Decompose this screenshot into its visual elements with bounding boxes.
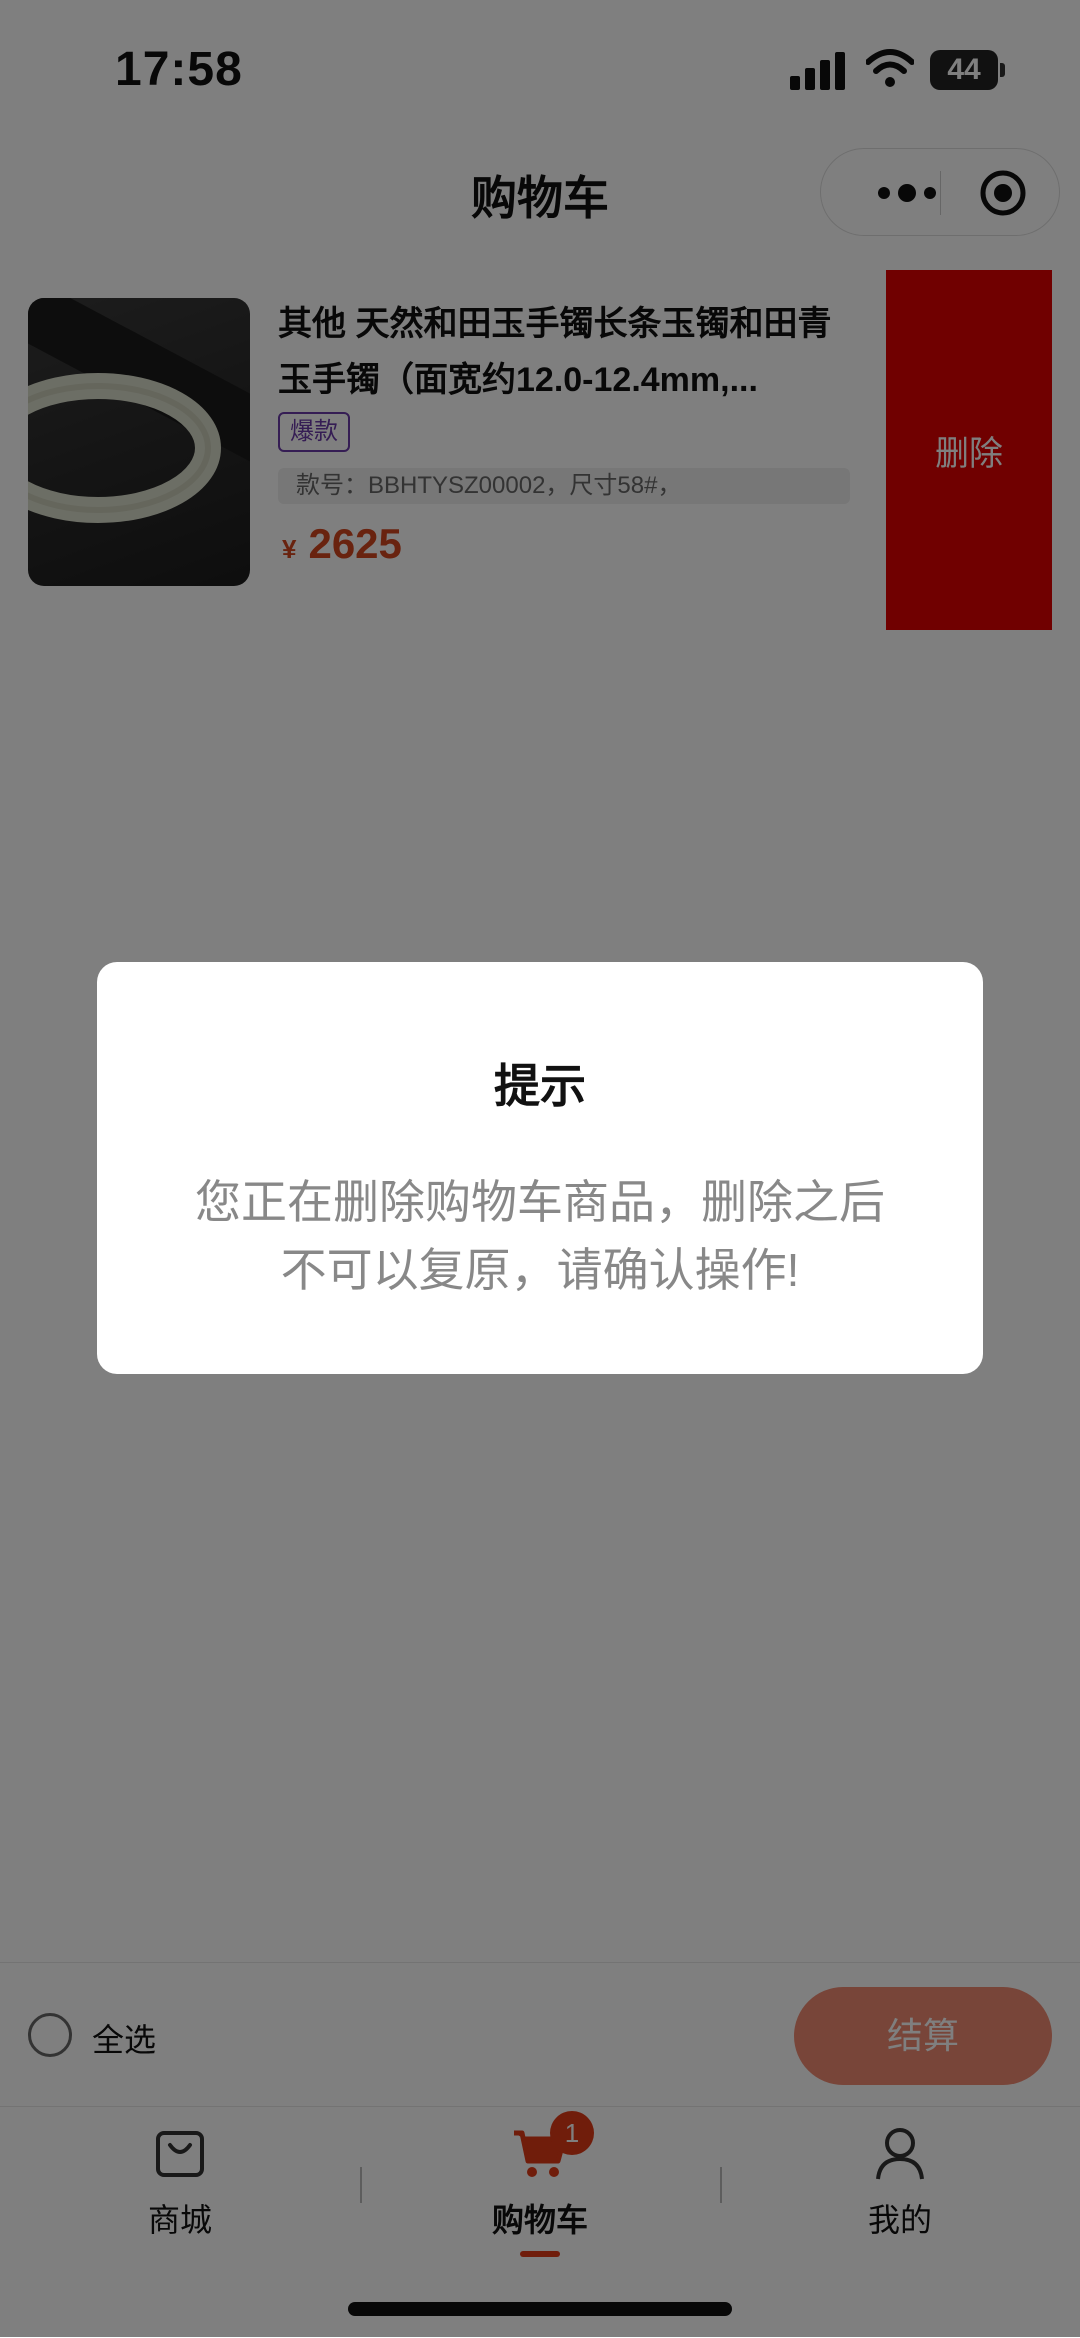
dialog-message-line: 不可以复原，请确认操作! <box>280 1244 800 1296</box>
confirm-dialog: 提示 您正在删除购物车商品，删除之后 不可以复原，请确认操作! <box>97 962 983 1374</box>
dialog-message-line: 您正在删除购物车商品，删除之后 <box>195 1176 885 1228</box>
dialog-title: 提示 <box>494 1060 586 1112</box>
dialog-message: 您正在删除购物车商品，删除之后 不可以复原，请确认操作! <box>157 1168 923 1304</box>
